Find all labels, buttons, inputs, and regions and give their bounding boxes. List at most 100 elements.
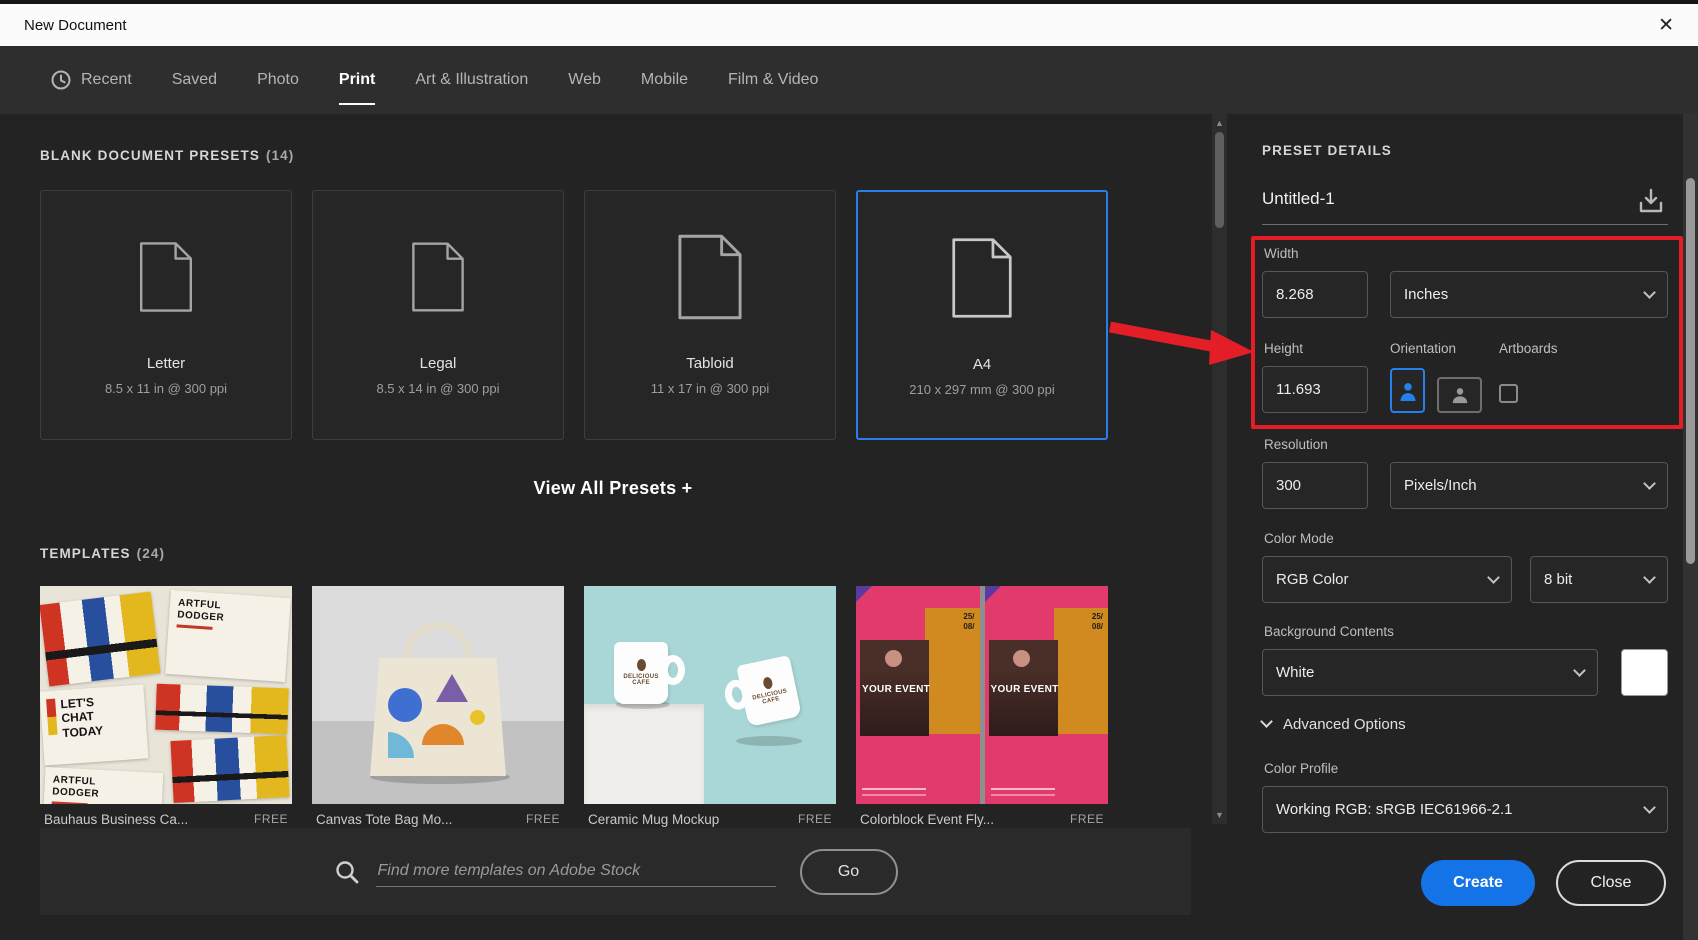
template-name: Bauhaus Business Ca...: [44, 811, 189, 827]
close-icon[interactable]: ✕: [1658, 16, 1674, 35]
tab-label: Print: [338, 71, 376, 88]
create-button[interactable]: Create: [1421, 860, 1535, 906]
tab-photo[interactable]: Photo: [257, 46, 299, 114]
presets-heading: BLANK DOCUMENT PRESETS (14): [40, 148, 294, 163]
stock-search-input[interactable]: [375, 856, 776, 887]
scroll-down-arrow-icon[interactable]: ▼: [1212, 810, 1227, 820]
tote-shape-circle: [388, 688, 422, 722]
bauhaus-pattern-card: [40, 591, 161, 687]
tab-label: Recent: [81, 71, 132, 88]
tab-web[interactable]: Web: [568, 46, 601, 114]
template-thumbnail-flyer: 25/ 08/ YOUR EVENT 25/ 08/ YOUR EVENT: [856, 586, 1108, 804]
chevron-down-icon: [1643, 285, 1656, 299]
flyer-date-text: 25/ 08/: [963, 612, 975, 631]
background-contents-dropdown[interactable]: White: [1262, 649, 1598, 696]
bauhaus-text-card: ARTFUL DODGER: [42, 766, 164, 804]
template-card-tote[interactable]: Canvas Tote Bag Mo... FREE: [312, 586, 564, 834]
preset-card-letter[interactable]: Letter 8.5 x 11 in @ 300 ppi: [40, 190, 292, 440]
view-all-presets-link[interactable]: View All Presets +: [0, 478, 1226, 499]
dialog-title: New Document: [24, 16, 127, 34]
width-unit-value: Inches: [1404, 286, 1449, 303]
color-mode-label: Color Mode: [1264, 531, 1334, 546]
save-preset-icon[interactable]: [1636, 186, 1666, 216]
go-button[interactable]: Go: [799, 848, 898, 895]
tote-shape-quarter: [388, 732, 414, 758]
tab-label: Film & Video: [728, 71, 819, 88]
tab-film-video[interactable]: Film & Video: [728, 46, 818, 114]
chevron-down-icon: [1643, 570, 1656, 584]
tab-print[interactable]: Print: [338, 46, 376, 114]
tab-art-illustration[interactable]: Art & Illustration: [415, 46, 528, 114]
color-profile-dropdown[interactable]: Working RGB: sRGB IEC61966-2.1: [1262, 786, 1668, 833]
tab-recent[interactable]: Recent: [50, 46, 132, 114]
document-icon: [951, 208, 1013, 348]
bauhaus-chat-card: LET'S CHAT TODAY: [40, 684, 149, 766]
page-scrollbar[interactable]: [1683, 114, 1698, 940]
tab-saved[interactable]: Saved: [172, 46, 217, 114]
flyer-corner-mark: [984, 586, 1001, 602]
width-label: Width: [1264, 246, 1299, 261]
flyer-panel: 25/ 08/ YOUR EVENT: [984, 586, 1108, 804]
document-name-field[interactable]: Untitled-1: [1262, 189, 1622, 209]
preset-card-a4[interactable]: A4 210 x 297 mm @ 300 ppi: [856, 190, 1108, 440]
height-label: Height: [1264, 341, 1304, 356]
height-input[interactable]: [1262, 366, 1368, 413]
close-button[interactable]: Close: [1556, 860, 1666, 906]
tab-label: Photo: [257, 71, 299, 88]
template-card-bauhaus[interactable]: ARTFUL DODGER LET'S CHAT TODAY ARTFUL DO…: [40, 586, 292, 834]
scroll-up-arrow-icon[interactable]: ▲: [1212, 118, 1227, 128]
preset-card-legal[interactable]: Legal 8.5 x 14 in @ 300 ppi: [312, 190, 564, 440]
clock-icon: [51, 70, 71, 90]
template-thumbnail-bauhaus: ARTFUL DODGER LET'S CHAT TODAY ARTFUL DO…: [40, 586, 292, 804]
category-tabbar: Recent Saved Photo Print Art & Illustrat…: [0, 46, 1698, 114]
chevron-down-icon: [1643, 800, 1656, 814]
template-card-row: ARTFUL DODGER LET'S CHAT TODAY ARTFUL DO…: [40, 586, 1108, 834]
tab-mobile[interactable]: Mobile: [641, 46, 688, 114]
orientation-portrait-button[interactable]: [1390, 368, 1425, 413]
resolution-unit-dropdown[interactable]: Pixels/Inch: [1390, 462, 1668, 509]
width-input[interactable]: [1262, 271, 1368, 318]
document-icon: [411, 207, 465, 347]
mug-logo-text: DELICIOUS CAFE: [614, 659, 668, 686]
preset-size: 210 x 297 mm @ 300 ppi: [909, 382, 1055, 397]
content-scrollbar[interactable]: ▲ ▼: [1212, 114, 1227, 824]
artboards-checkbox[interactable]: [1499, 384, 1518, 403]
document-name-underline: [1262, 224, 1668, 225]
width-unit-dropdown[interactable]: Inches: [1390, 271, 1668, 318]
flyer-date-text: 25/ 08/: [1091, 612, 1103, 631]
mug-shadow: [736, 736, 802, 746]
dialog-titlebar: New Document ✕: [0, 0, 1698, 46]
tab-label: Web: [568, 71, 601, 88]
content-scrollbar-thumb[interactable]: [1215, 132, 1224, 228]
bauhaus-title: ARTFUL DODGER: [52, 774, 100, 800]
free-badge: FREE: [1069, 812, 1104, 826]
color-mode-dropdown[interactable]: RGB Color: [1262, 556, 1512, 603]
orientation-landscape-button[interactable]: [1437, 377, 1482, 413]
template-card-mug[interactable]: DELICIOUS CAFE DELICIOUS CAFE Ceramic Mu…: [584, 586, 836, 834]
preset-details-heading: PRESET DETAILS: [1262, 143, 1392, 158]
bit-depth-dropdown[interactable]: 8 bit: [1530, 556, 1668, 603]
presets-count: (14): [265, 148, 295, 163]
template-card-flyer[interactable]: 25/ 08/ YOUR EVENT 25/ 08/ YOUR EVENT Co…: [856, 586, 1108, 834]
advanced-options-toggle[interactable]: Advanced Options: [1260, 715, 1406, 733]
tote-shape-dot: [470, 710, 485, 725]
stock-search-bar: Go: [40, 828, 1191, 915]
landscape-person-icon: [1452, 388, 1467, 404]
background-color-swatch[interactable]: [1621, 649, 1668, 696]
artboards-label: Artboards: [1499, 341, 1558, 356]
resolution-input[interactable]: [1262, 462, 1368, 509]
bit-depth-value: 8 bit: [1544, 571, 1573, 588]
preset-card-tabloid[interactable]: Tabloid 11 x 17 in @ 300 ppi: [584, 190, 836, 440]
templates-heading: TEMPLATES (24): [40, 546, 165, 561]
template-thumbnail-mug: DELICIOUS CAFE DELICIOUS CAFE: [584, 586, 836, 804]
chevron-down-icon: [1260, 715, 1273, 728]
flyer-corner-mark: [856, 586, 872, 602]
tote-shape-halfcircle: [422, 724, 464, 745]
color-mode-value: RGB Color: [1276, 571, 1349, 588]
template-name: Colorblock Event Fly...: [860, 811, 995, 827]
bauhaus-text-card: ARTFUL DODGER: [165, 589, 291, 683]
preset-card-row: Letter 8.5 x 11 in @ 300 ppi Legal 8.5 x…: [40, 190, 1108, 440]
tab-label: Saved: [171, 71, 218, 88]
bauhaus-pattern-card: [155, 683, 289, 735]
page-scrollbar-thumb[interactable]: [1686, 178, 1695, 564]
